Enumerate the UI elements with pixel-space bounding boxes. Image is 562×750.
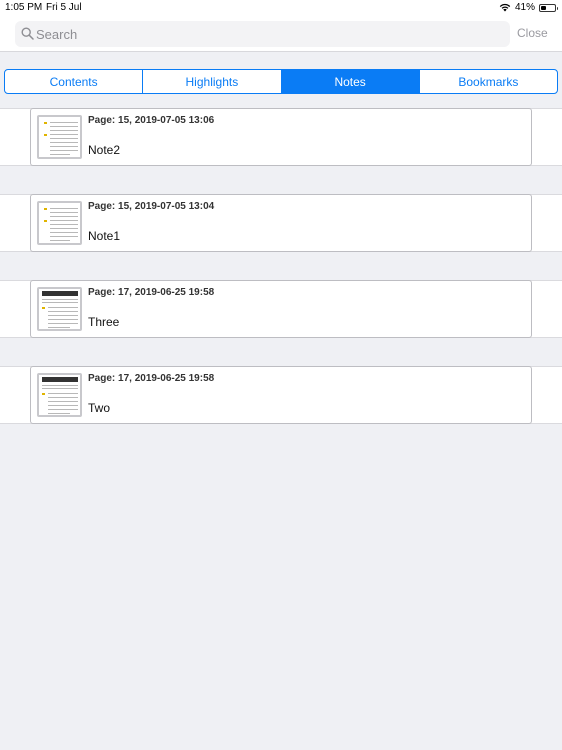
note-card[interactable]: Page: 15, 2019-07-05 13:06 Note2 bbox=[30, 108, 532, 166]
search-input[interactable] bbox=[36, 21, 501, 47]
note-card[interactable]: Page: 17, 2019-06-25 19:58 Two bbox=[30, 366, 532, 424]
close-button[interactable]: Close bbox=[517, 26, 548, 40]
page-thumbnail bbox=[37, 201, 82, 245]
note-meta: Page: 15, 2019-07-05 13:04 bbox=[88, 201, 215, 212]
note-meta: Page: 15, 2019-07-05 13:06 bbox=[88, 115, 215, 126]
status-date: Fri 5 Jul bbox=[46, 2, 82, 13]
tab-contents[interactable]: Contents bbox=[5, 70, 144, 93]
segmented-tabs: Contents Highlights Notes Bookmarks bbox=[4, 69, 558, 94]
status-bar: 1:05 PM Fri 5 Jul 41% bbox=[0, 0, 562, 16]
note-card[interactable]: Page: 15, 2019-07-05 13:04 Note1 bbox=[30, 194, 532, 252]
note-text: Three bbox=[88, 315, 120, 329]
search-bar: Close bbox=[0, 16, 562, 52]
note-text: Note1 bbox=[88, 229, 121, 243]
tab-bookmarks[interactable]: Bookmarks bbox=[420, 70, 557, 93]
status-time: 1:05 PM bbox=[5, 2, 43, 13]
wifi-icon bbox=[499, 3, 511, 12]
note-text: Two bbox=[88, 401, 111, 415]
battery-level bbox=[541, 5, 547, 10]
page-thumbnail bbox=[37, 115, 82, 159]
search-field[interactable] bbox=[15, 21, 510, 47]
tab-notes[interactable]: Notes bbox=[281, 70, 420, 93]
page-thumbnail bbox=[37, 373, 82, 417]
battery-icon bbox=[539, 3, 558, 12]
search-icon bbox=[21, 27, 34, 40]
status-indicators: 41% bbox=[499, 2, 558, 13]
note-meta: Page: 17, 2019-06-25 19:58 bbox=[88, 373, 215, 384]
note-card[interactable]: Page: 17, 2019-06-25 19:58 Three bbox=[30, 280, 532, 338]
tab-highlights[interactable]: Highlights bbox=[143, 70, 282, 93]
note-text: Note2 bbox=[88, 143, 121, 157]
page-thumbnail bbox=[37, 287, 82, 331]
battery-percent: 41% bbox=[514, 2, 535, 13]
note-meta: Page: 17, 2019-06-25 19:58 bbox=[88, 287, 215, 298]
